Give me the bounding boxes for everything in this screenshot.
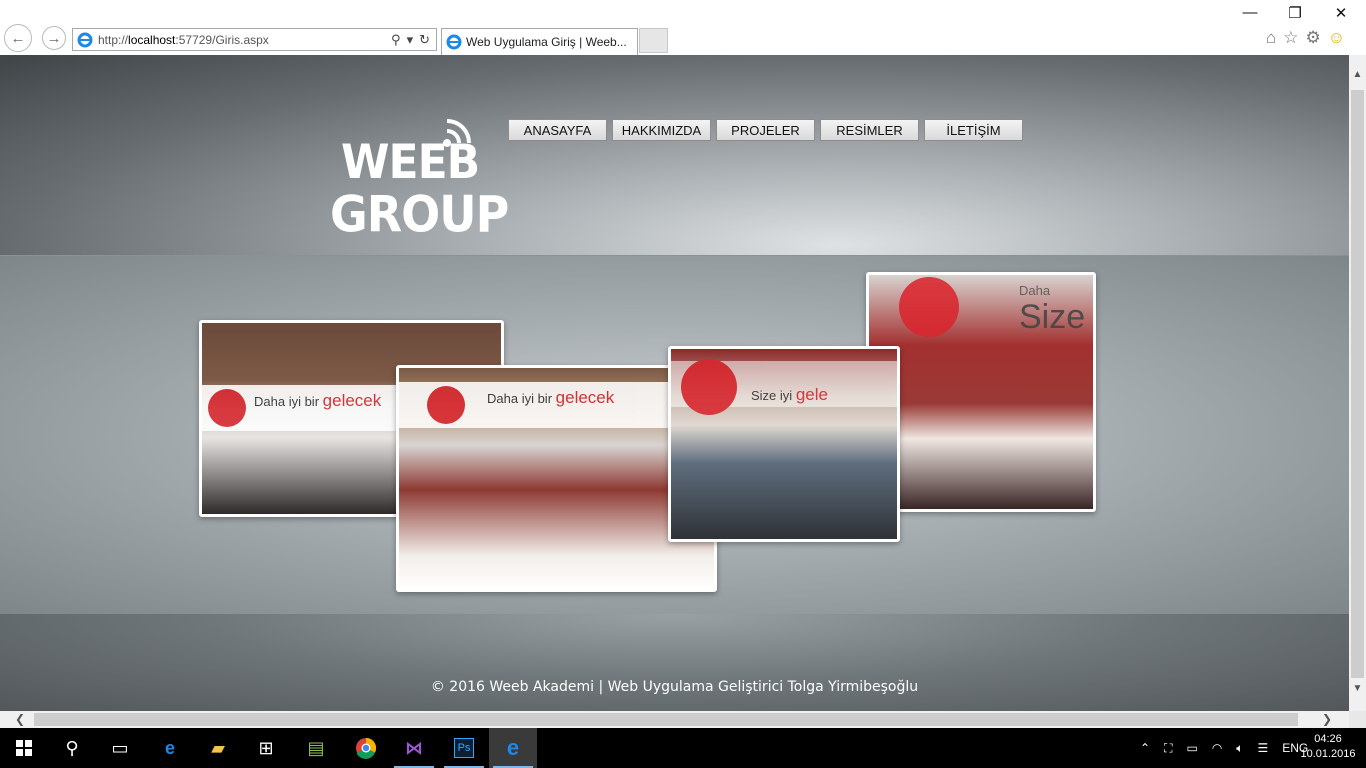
taskbar-clock[interactable]: 04:26 10.01.2016 xyxy=(1296,732,1360,762)
taskbar: ⚲ ▭ e ▰ ⊞ ▤ ⋈ Ps e ⌃ ⛶ ▭ ◠ 🔈︎ ☰ ENG 04:2… xyxy=(0,728,1366,768)
gallery-photo-3[interactable]: Size iyi gele xyxy=(668,346,900,542)
ie-favicon-icon xyxy=(77,32,93,47)
footer-copyright: © 2016 Weeb Akademi | Web Uygulama Geliş… xyxy=(430,679,919,695)
tray-chevron-up-icon[interactable]: ⌃ xyxy=(1140,741,1150,755)
tab-title: Web Uygulama Giriş | Weeb... xyxy=(466,35,627,49)
banner-text-accent: gelecek xyxy=(555,388,615,407)
internet-explorer-icon: e xyxy=(506,735,520,760)
site-footer xyxy=(0,614,1349,711)
vertical-scrollbar[interactable]: ▲ ▼ xyxy=(1349,55,1366,711)
menu-projeler[interactable]: PROJELER xyxy=(716,119,815,141)
brand-emblem-icon xyxy=(899,277,959,337)
brand-emblem-icon xyxy=(208,389,246,427)
task-view-button[interactable]: ▭ xyxy=(96,728,144,768)
people-icon[interactable]: ⛶ xyxy=(1164,741,1172,756)
scroll-right-icon[interactable]: ❯ xyxy=(1322,712,1332,726)
menu-iletisim[interactable]: İLETİŞİM xyxy=(924,119,1023,141)
feedback-smiley-icon[interactable]: ☺ xyxy=(1328,28,1345,48)
banner-text: Size iyi xyxy=(751,388,793,403)
taskbar-photoshop[interactable]: Ps xyxy=(440,728,488,768)
menu-hakkimizda[interactable]: HAKKIMIZDA xyxy=(612,119,711,141)
arrow-left-icon: ← xyxy=(10,29,26,47)
url-path: :57729/Giris.aspx xyxy=(175,32,269,47)
ie-favicon-icon xyxy=(446,34,462,50)
scroll-left-icon[interactable]: ❮ xyxy=(15,712,25,726)
url-host: localhost xyxy=(128,32,176,47)
url-prefix: http:// xyxy=(98,32,129,47)
settings-gear-icon[interactable]: ⚙ xyxy=(1306,28,1321,48)
volume-icon[interactable]: 🔈︎ xyxy=(1236,741,1243,756)
visual-studio-icon: ⋈ xyxy=(405,737,423,758)
page-viewport: WEEB GROUP ANASAYFA HAKKIMIZDA PROJELER … xyxy=(0,55,1349,711)
dropdown-icon[interactable]: ▾ xyxy=(407,32,414,48)
start-button[interactable] xyxy=(0,728,48,768)
scroll-up-icon[interactable]: ▲ xyxy=(1349,69,1366,80)
banner-text: Daha iyi bir xyxy=(254,394,320,409)
taskbar-visual-studio[interactable]: ⋈ xyxy=(390,728,438,768)
menu-anasayfa[interactable]: ANASAYFA xyxy=(508,119,607,141)
logo-text-line2: GROUP xyxy=(330,184,509,244)
main-menu: ANASAYFA HAKKIMIZDA PROJELER RESİMLER İL… xyxy=(508,119,1023,141)
site-header xyxy=(0,55,1349,255)
horizontal-scroll-thumb[interactable] xyxy=(34,713,1298,726)
clock-time: 04:26 xyxy=(1314,733,1342,745)
gallery-photo-4[interactable]: Daha Size xyxy=(866,272,1096,512)
banner-text-accent: Size xyxy=(1019,298,1086,336)
search-button[interactable]: ⚲ xyxy=(48,728,96,768)
brand-emblem-icon xyxy=(681,359,737,415)
banner-text-accent: gele xyxy=(795,385,828,404)
search-icon[interactable]: ⚲ xyxy=(391,32,401,48)
edge-icon: e xyxy=(164,737,175,758)
windows-logo-icon xyxy=(16,740,32,756)
site-logo[interactable]: WEEB GROUP xyxy=(329,117,509,243)
favorites-star-icon[interactable]: ☆ xyxy=(1283,28,1298,48)
banner-text: Daha xyxy=(1019,283,1051,298)
system-tray: ⌃ ⛶ ▭ ◠ 🔈︎ ☰ ENG xyxy=(1140,728,1308,768)
banner-text: Daha iyi bir xyxy=(487,391,553,406)
arrow-right-icon: → xyxy=(46,29,62,47)
taskbar-store[interactable]: ⊞ xyxy=(242,728,290,768)
close-button[interactable]: ✕ xyxy=(1321,4,1361,22)
battery-icon[interactable]: ▭ xyxy=(1186,741,1197,755)
scroll-corner xyxy=(1349,711,1366,728)
address-bar[interactable]: http://localhost:57729/Giris.aspx ⚲ ▾ ↻ xyxy=(72,28,437,51)
restore-button[interactable]: ❐ xyxy=(1275,4,1315,22)
photoshop-icon: Ps xyxy=(453,738,475,758)
photo-banner: Size iyi gele xyxy=(671,359,897,415)
store-bag-icon: ⊞ xyxy=(258,737,274,758)
spreadsheet-app-icon: ▤ xyxy=(307,737,325,758)
clock-date: 10.01.2016 xyxy=(1300,748,1356,760)
taskbar-file-explorer[interactable]: ▰ xyxy=(194,728,242,768)
chrome-icon xyxy=(356,737,377,759)
brand-emblem-icon xyxy=(427,386,465,424)
refresh-icon[interactable]: ↻ xyxy=(419,32,430,48)
new-tab-button[interactable] xyxy=(639,28,668,53)
back-button[interactable]: ← xyxy=(4,24,32,52)
taskbar-chrome[interactable] xyxy=(342,728,390,768)
banner-text-accent: gelecek xyxy=(322,391,382,410)
url-text[interactable]: http://localhost:57729/Giris.aspx xyxy=(98,33,391,47)
task-view-icon: ▭ xyxy=(111,737,129,758)
wifi-icon[interactable]: ◠ xyxy=(1212,741,1222,755)
minimize-button[interactable]: — xyxy=(1230,4,1270,21)
tab-active[interactable]: Web Uygulama Giriş | Weeb... xyxy=(441,28,638,55)
search-icon: ⚲ xyxy=(65,737,79,758)
action-center-icon[interactable]: ☰ xyxy=(1258,741,1269,755)
taskbar-app-green[interactable]: ▤ xyxy=(292,728,340,768)
forward-button[interactable]: → xyxy=(42,26,66,50)
photo-banner: Daha iyi bir gelecek xyxy=(399,382,714,428)
taskbar-internet-explorer[interactable]: e xyxy=(489,728,537,768)
photo-banner: Daha Size xyxy=(869,277,1093,337)
scroll-down-icon[interactable]: ▼ xyxy=(1349,683,1366,694)
logo-text-line1: WEEB xyxy=(341,134,480,191)
menu-resimler[interactable]: RESİMLER xyxy=(820,119,919,141)
vertical-scroll-thumb[interactable] xyxy=(1351,90,1364,678)
browser-chrome: ← → http://localhost:57729/Giris.aspx ⚲ … xyxy=(0,0,1366,55)
taskbar-edge[interactable]: e xyxy=(146,728,194,768)
home-icon[interactable]: ⌂ xyxy=(1266,28,1276,48)
horizontal-scrollbar[interactable]: ❮ ❯ xyxy=(0,711,1349,728)
folder-icon: ▰ xyxy=(211,737,225,758)
